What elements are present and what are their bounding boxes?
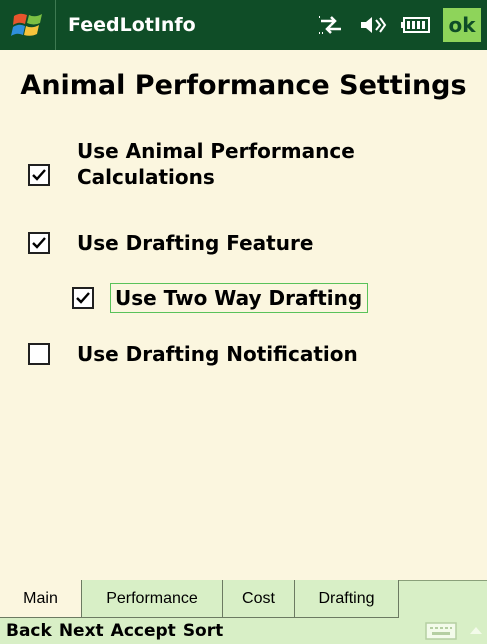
up-arrow-icon[interactable]: [469, 625, 483, 635]
speaker-icon[interactable]: [359, 13, 387, 37]
animal-performance-checkbox[interactable]: [28, 164, 50, 186]
two-way-drafting-label: Use Two Way Drafting: [110, 283, 369, 313]
drafting-notification-checkbox[interactable]: [28, 343, 50, 365]
drafting-feature-label: Use Drafting Feature: [77, 231, 314, 255]
title-bar: FeedLotInfo ok: [0, 0, 487, 50]
menu-bar: Back Next Accept Sort: [0, 618, 487, 644]
menu-back[interactable]: Back: [6, 621, 52, 641]
animal-performance-label: Use Animal Performance Calculations: [77, 139, 355, 189]
option-drafting-feature[interactable]: Use Drafting Feature: [28, 229, 313, 257]
menu-accept[interactable]: Accept: [111, 621, 176, 641]
keyboard-icon[interactable]: [425, 621, 457, 641]
two-way-drafting-checkbox[interactable]: [72, 287, 94, 309]
option-two-way-drafting[interactable]: Use Two Way Drafting: [72, 283, 369, 313]
drafting-feature-checkbox[interactable]: [28, 232, 50, 254]
battery-icon[interactable]: [401, 15, 431, 35]
tab-cost[interactable]: Cost: [223, 580, 295, 618]
checkmark-icon: [76, 292, 90, 304]
tab-drafting[interactable]: Drafting: [295, 580, 399, 618]
tab-performance[interactable]: Performance: [82, 580, 223, 618]
option-animal-performance[interactable]: Use Animal Performance Calculations: [28, 138, 407, 190]
menu-next[interactable]: Next: [59, 621, 104, 641]
tab-main[interactable]: Main: [0, 580, 82, 618]
connectivity-icon[interactable]: [317, 13, 345, 37]
status-icons: [317, 0, 431, 50]
page-title: Animal Performance Settings: [20, 70, 467, 101]
ok-button[interactable]: ok: [443, 8, 481, 42]
checkmark-icon: [32, 237, 46, 249]
option-drafting-notification[interactable]: Use Drafting Notification: [28, 340, 358, 368]
app-title: FeedLotInfo: [68, 14, 196, 36]
tab-strip: Main Performance Cost Drafting: [0, 580, 487, 618]
start-button[interactable]: [0, 0, 56, 50]
checkmark-icon: [32, 169, 46, 181]
windows-flag-icon: [10, 13, 42, 36]
drafting-notification-label: Use Drafting Notification: [77, 342, 358, 366]
menu-sort[interactable]: Sort: [183, 621, 223, 641]
